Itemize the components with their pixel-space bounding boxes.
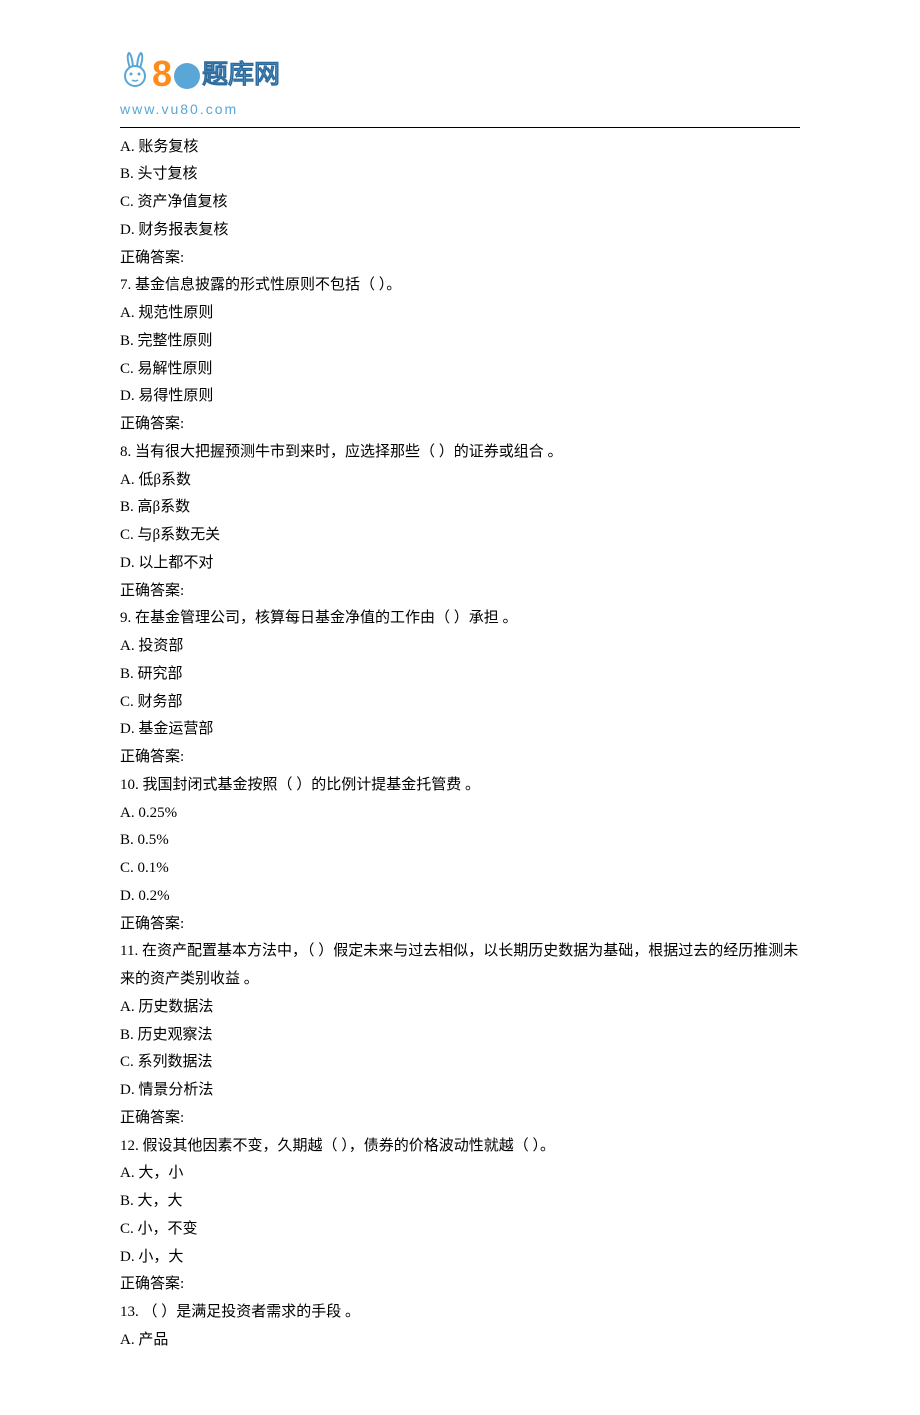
answer-label: 正确答案: <box>120 744 800 772</box>
option-d: D. 0.2% <box>120 883 800 911</box>
option-b: B. 历史观察法 <box>120 1022 800 1050</box>
question-number: 11. <box>120 943 138 959</box>
document-content: A. 账务复核 B. 头寸复核 C. 资产净值复核 D. 财务报表复核 正确答案… <box>120 134 800 1355</box>
logo-circle-icon <box>174 63 200 89</box>
logo-eight: 8 <box>152 56 172 92</box>
option-b: B. 0.5% <box>120 827 800 855</box>
question-block: 9. 在基金管理公司，核算每日基金净值的工作由（ ）承担 。 A. 投资部 B.… <box>120 605 800 772</box>
question-number: 8. <box>120 444 131 460</box>
option-d: D. 易得性原则 <box>120 383 800 411</box>
question-text: 基金信息披露的形式性原则不包括（ ）。 <box>131 277 401 293</box>
header-divider <box>120 127 800 128</box>
bunny-icon <box>120 50 150 99</box>
option-d: D. 基金运营部 <box>120 716 800 744</box>
logo-url: www.vu80.com <box>120 97 800 123</box>
option-a: A. 账务复核 <box>120 134 800 162</box>
option-a: A. 规范性原则 <box>120 300 800 328</box>
question-block: 11. 在资产配置基本方法中，（ ）假定未来与过去相似，以长期历史数据为基础，根… <box>120 938 800 1132</box>
option-c: C. 系列数据法 <box>120 1049 800 1077</box>
question-number: 13. <box>120 1304 139 1320</box>
answer-label: 正确答案: <box>120 245 800 273</box>
option-c: C. 财务部 <box>120 689 800 717</box>
question-text: 我国封闭式基金按照（ ）的比例计提基金托管费 。 <box>139 777 480 793</box>
option-b: B. 研究部 <box>120 661 800 689</box>
option-c: C. 小，不变 <box>120 1216 800 1244</box>
option-a: A. 投资部 <box>120 633 800 661</box>
option-a: A. 低β系数 <box>120 467 800 495</box>
option-b: B. 大，大 <box>120 1188 800 1216</box>
option-a: A. 大，小 <box>120 1160 800 1188</box>
option-b: B. 高β系数 <box>120 494 800 522</box>
option-a: A. 0.25% <box>120 800 800 828</box>
option-a: A. 产品 <box>120 1327 800 1355</box>
option-d: D. 以上都不对 <box>120 550 800 578</box>
option-b: B. 完整性原则 <box>120 328 800 356</box>
question-number: 7. <box>120 277 131 293</box>
answer-label: 正确答案: <box>120 578 800 606</box>
question-number: 9. <box>120 610 131 626</box>
answer-label: 正确答案: <box>120 911 800 939</box>
question-block: 8. 当有很大把握预测牛市到来时，应选择那些（ ）的证券或组合 。 A. 低β系… <box>120 439 800 606</box>
question-text: 在资产配置基本方法中，（ ）假定未来与过去相似，以长期历史数据为基础，根据过去的… <box>120 943 798 987</box>
answer-label: 正确答案: <box>120 411 800 439</box>
logo-text: 题库网 <box>202 50 280 98</box>
option-d: D. 小，大 <box>120 1244 800 1272</box>
question-text: 当有很大把握预测牛市到来时，应选择那些（ ）的证券或组合 。 <box>131 444 562 460</box>
option-c: C. 与β系数无关 <box>120 522 800 550</box>
option-c: C. 易解性原则 <box>120 356 800 384</box>
question-block: 10. 我国封闭式基金按照（ ）的比例计提基金托管费 。 A. 0.25% B.… <box>120 772 800 939</box>
question-number: 12. <box>120 1138 139 1154</box>
question-text: 假设其他因素不变，久期越（ ），债券的价格波动性就越（ ）。 <box>139 1138 555 1154</box>
question-block: 7. 基金信息披露的形式性原则不包括（ ）。 A. 规范性原则 B. 完整性原则… <box>120 272 800 439</box>
question-block: 12. 假设其他因素不变，久期越（ ），债券的价格波动性就越（ ）。 A. 大，… <box>120 1133 800 1300</box>
option-d: D. 财务报表复核 <box>120 217 800 245</box>
site-logo: 8 题库网 www.vu80.com <box>120 50 800 123</box>
question-block: 13. （ ）是满足投资者需求的手段 。 A. 产品 <box>120 1299 800 1355</box>
option-c: C. 资产净值复核 <box>120 189 800 217</box>
answer-label: 正确答案: <box>120 1271 800 1299</box>
question-text: （ ）是满足投资者需求的手段 。 <box>139 1304 360 1320</box>
question-number: 10. <box>120 777 139 793</box>
option-c: C. 0.1% <box>120 855 800 883</box>
question-text: 在基金管理公司，核算每日基金净值的工作由（ ）承担 。 <box>131 610 517 626</box>
answer-label: 正确答案: <box>120 1105 800 1133</box>
logo-graphic: 8 题库网 <box>120 50 800 99</box>
option-a: A. 历史数据法 <box>120 994 800 1022</box>
option-d: D. 情景分析法 <box>120 1077 800 1105</box>
option-b: B. 头寸复核 <box>120 161 800 189</box>
